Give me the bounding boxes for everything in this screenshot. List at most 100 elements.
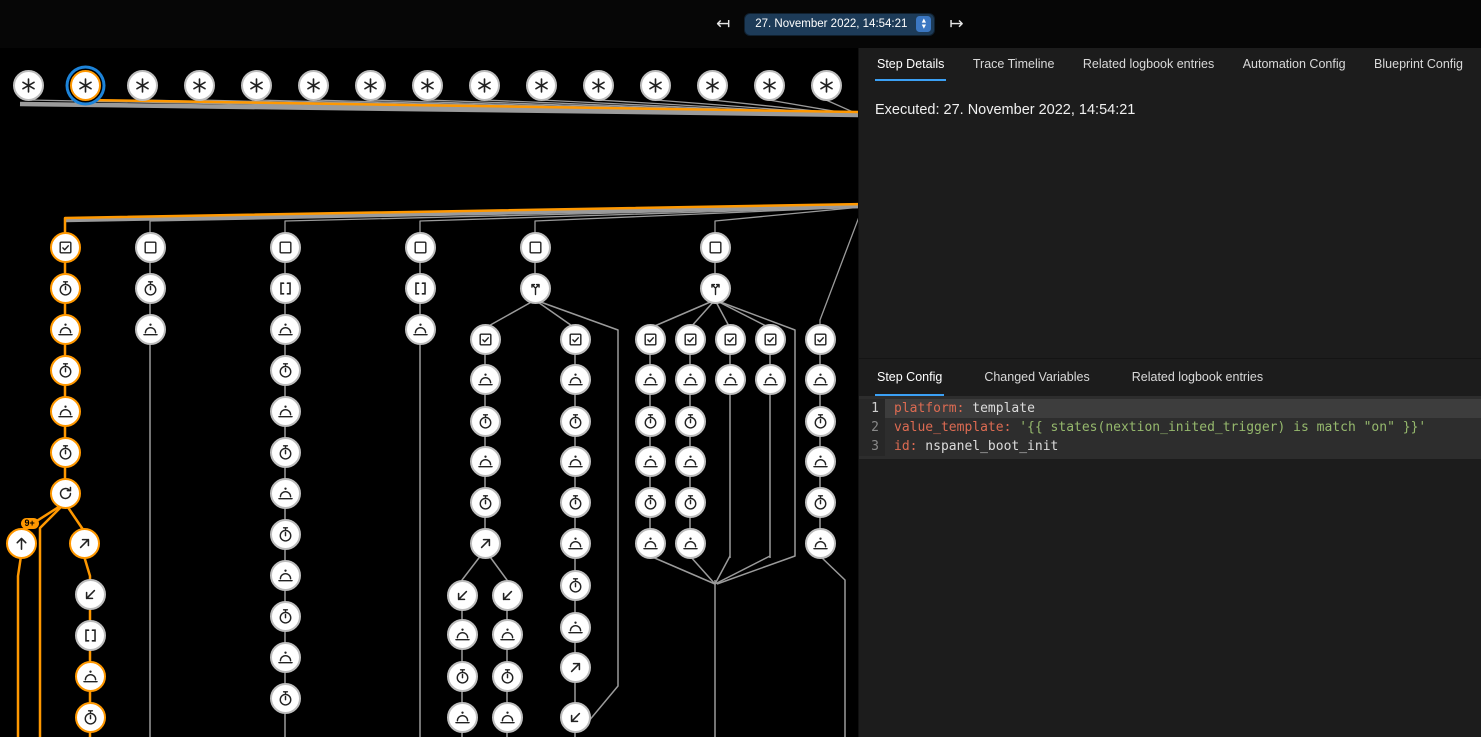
node-arrow-up-right[interactable] xyxy=(69,528,100,559)
node-timer[interactable] xyxy=(675,487,706,518)
node-service[interactable] xyxy=(270,642,301,673)
node-timer[interactable] xyxy=(50,355,81,386)
node-checkbox-marked[interactable] xyxy=(805,324,836,355)
node-service[interactable] xyxy=(805,528,836,559)
tab-config-related-logbook-entries[interactable]: Related logbook entries xyxy=(1130,359,1265,396)
node-timer[interactable] xyxy=(270,683,301,714)
node-arrow-up[interactable]: 9+ xyxy=(6,528,37,559)
node-timer[interactable] xyxy=(270,519,301,550)
node-service[interactable] xyxy=(560,446,591,477)
node-asterisk[interactable] xyxy=(127,70,158,101)
node-service[interactable] xyxy=(715,364,746,395)
node-service[interactable] xyxy=(447,702,478,733)
node-brackets[interactable] xyxy=(270,273,301,304)
node-checkbox-marked[interactable] xyxy=(635,324,666,355)
node-timer[interactable] xyxy=(675,406,706,437)
node-timer[interactable] xyxy=(635,406,666,437)
node-arrow-up-right[interactable] xyxy=(470,528,501,559)
node-service[interactable] xyxy=(805,446,836,477)
node-service[interactable] xyxy=(50,396,81,427)
node-arrow-down-left[interactable] xyxy=(492,580,523,611)
tab-step-config[interactable]: Step Config xyxy=(875,359,944,396)
node-timer[interactable] xyxy=(805,406,836,437)
node-service[interactable] xyxy=(675,364,706,395)
node-asterisk[interactable] xyxy=(526,70,557,101)
node-service[interactable] xyxy=(135,314,166,345)
node-checkbox-blank[interactable] xyxy=(270,232,301,263)
node-checkbox-marked[interactable] xyxy=(755,324,786,355)
tab-automation-config[interactable]: Automation Config xyxy=(1241,48,1348,81)
tab-step-details[interactable]: Step Details xyxy=(875,48,946,81)
node-asterisk[interactable] xyxy=(241,70,272,101)
node-checkbox-blank[interactable] xyxy=(700,232,731,263)
node-asterisk[interactable] xyxy=(184,70,215,101)
node-checkbox-marked[interactable] xyxy=(50,232,81,263)
next-trace-button[interactable]: ↦ xyxy=(947,16,965,33)
node-asterisk[interactable] xyxy=(583,70,614,101)
node-timer[interactable] xyxy=(470,487,501,518)
node-arrow-down-left[interactable] xyxy=(447,580,478,611)
node-asterisk[interactable] xyxy=(412,70,443,101)
node-timer[interactable] xyxy=(560,570,591,601)
node-service[interactable] xyxy=(755,364,786,395)
node-service[interactable] xyxy=(50,314,81,345)
node-service[interactable] xyxy=(270,396,301,427)
node-checkbox-marked[interactable] xyxy=(560,324,591,355)
node-service[interactable] xyxy=(635,528,666,559)
node-timer[interactable] xyxy=(447,661,478,692)
node-call-split[interactable] xyxy=(700,273,731,304)
node-checkbox-marked[interactable] xyxy=(675,324,706,355)
node-timer[interactable] xyxy=(805,487,836,518)
node-asterisk[interactable] xyxy=(70,70,101,101)
node-service[interactable] xyxy=(405,314,436,345)
node-service[interactable] xyxy=(635,446,666,477)
node-timer[interactable] xyxy=(75,702,106,733)
previous-trace-button[interactable]: ↤ xyxy=(714,16,732,33)
node-timer[interactable] xyxy=(470,406,501,437)
node-timer[interactable] xyxy=(560,487,591,518)
node-brackets[interactable] xyxy=(405,273,436,304)
node-arrow-down-left[interactable] xyxy=(75,579,106,610)
node-service[interactable] xyxy=(270,560,301,591)
tab-related-logbook-entries[interactable]: Related logbook entries xyxy=(1081,48,1216,81)
node-checkbox-marked[interactable] xyxy=(715,324,746,355)
node-timer[interactable] xyxy=(270,437,301,468)
node-asterisk[interactable] xyxy=(811,70,842,101)
node-service[interactable] xyxy=(635,364,666,395)
node-service[interactable] xyxy=(492,702,523,733)
node-asterisk[interactable] xyxy=(697,70,728,101)
node-repeat[interactable] xyxy=(50,478,81,509)
node-service[interactable] xyxy=(470,364,501,395)
node-service[interactable] xyxy=(675,446,706,477)
yaml-editor[interactable]: 123 platform: templatevalue_template: '{… xyxy=(859,396,1481,459)
node-asterisk[interactable] xyxy=(754,70,785,101)
node-service[interactable] xyxy=(560,528,591,559)
tab-blueprint-config[interactable]: Blueprint Config xyxy=(1372,48,1465,81)
node-asterisk[interactable] xyxy=(355,70,386,101)
node-brackets[interactable] xyxy=(75,620,106,651)
node-arrow-up-right[interactable] xyxy=(560,652,591,683)
node-timer[interactable] xyxy=(492,661,523,692)
node-timer[interactable] xyxy=(50,437,81,468)
node-timer[interactable] xyxy=(560,406,591,437)
node-service[interactable] xyxy=(75,661,106,692)
node-service[interactable] xyxy=(675,528,706,559)
node-service[interactable] xyxy=(270,478,301,509)
node-checkbox-blank[interactable] xyxy=(405,232,436,263)
tab-changed-variables[interactable]: Changed Variables xyxy=(982,359,1091,396)
node-checkbox-marked[interactable] xyxy=(470,324,501,355)
node-checkbox-blank[interactable] xyxy=(135,232,166,263)
node-call-split[interactable] xyxy=(520,273,551,304)
node-service[interactable] xyxy=(270,314,301,345)
node-asterisk[interactable] xyxy=(13,70,44,101)
node-timer[interactable] xyxy=(50,273,81,304)
node-service[interactable] xyxy=(805,364,836,395)
node-timer[interactable] xyxy=(270,601,301,632)
node-checkbox-blank[interactable] xyxy=(520,232,551,263)
node-timer[interactable] xyxy=(635,487,666,518)
node-asterisk[interactable] xyxy=(640,70,671,101)
node-service[interactable] xyxy=(560,612,591,643)
node-asterisk[interactable] xyxy=(469,70,500,101)
node-service[interactable] xyxy=(560,364,591,395)
node-arrow-down-left[interactable] xyxy=(560,702,591,733)
